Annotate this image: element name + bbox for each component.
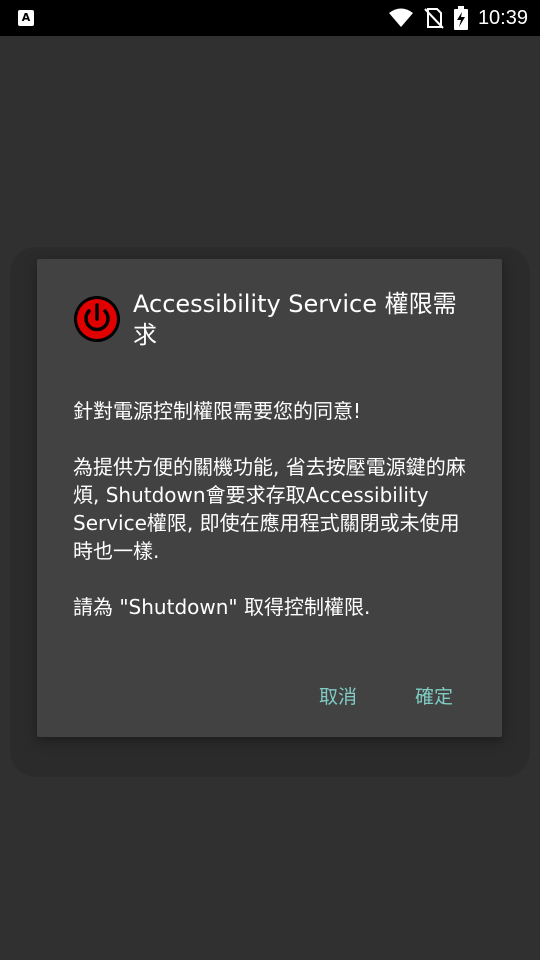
- battery-charging-icon: [453, 6, 468, 30]
- ok-button[interactable]: 確定: [415, 679, 453, 715]
- no-sim-icon: [424, 8, 444, 29]
- status-bar: A 10:39: [0, 0, 540, 36]
- message-consent: 針對電源控制權限需要您的同意!: [73, 399, 362, 423]
- permission-dialog: Accessibility Service 權限需求 針對電源控制權限需要您的同…: [37, 259, 502, 737]
- dialog-message: 針對電源控制權限需要您的同意! 為提供方便的關機功能, 省去按壓電源鍵的麻煩, …: [73, 397, 468, 649]
- power-icon: [74, 296, 120, 342]
- clock: 10:39: [477, 6, 528, 29]
- status-icons: 10:39: [388, 6, 528, 30]
- dialog-title: Accessibility Service 權限需求: [133, 290, 457, 349]
- cancel-button[interactable]: 取消: [319, 679, 357, 715]
- wifi-icon: [388, 8, 413, 27]
- message-instruction: 請為 "Shutdown" 取得控制權限.: [73, 595, 371, 619]
- a-notification-icon: A: [18, 10, 34, 26]
- message-explanation: 為提供方便的關機功能, 省去按壓電源鍵的麻煩, Shutdown會要求存取Acc…: [73, 455, 466, 563]
